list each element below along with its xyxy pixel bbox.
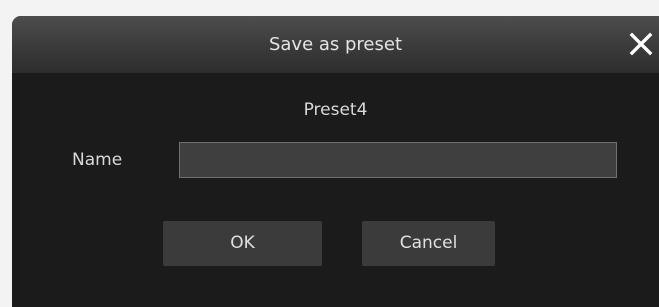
name-input[interactable] [179,142,617,178]
close-button[interactable] [625,28,657,60]
dialog-title: Save as preset [268,34,403,55]
name-label: Name [72,150,123,170]
close-icon [629,32,653,56]
save-preset-dialog: Save as preset Preset4 Name OK Cancel [12,16,659,307]
preset-name-text: Preset4 [303,100,368,120]
cancel-button[interactable]: Cancel [362,221,495,266]
dialog-titlebar: Save as preset [12,16,659,73]
ok-button[interactable]: OK [163,221,322,266]
